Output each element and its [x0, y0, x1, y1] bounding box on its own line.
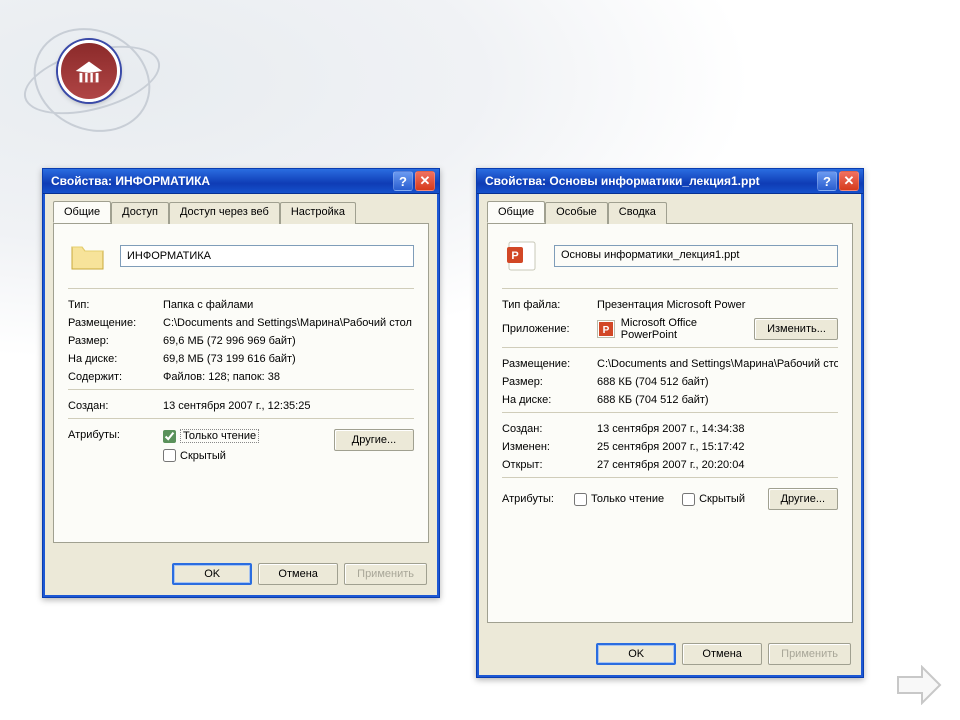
value-created: 13 сентября 2007 г., 14:34:38	[597, 423, 838, 435]
label-attributes: Атрибуты:	[68, 429, 163, 462]
dialog-buttons: OK Отмена Применить	[43, 553, 439, 597]
label-created: Создан:	[502, 423, 597, 435]
value-ondisk: 688 КБ (704 512 байт)	[597, 394, 838, 406]
value-application: Microsoft Office PowerPoint	[621, 317, 754, 341]
label-ondisk: На диске:	[68, 353, 163, 365]
window-title: Свойства: ИНФОРМАТИКА	[51, 174, 391, 188]
advanced-button[interactable]: Другие...	[768, 488, 838, 510]
label-application: Приложение:	[502, 323, 597, 335]
close-icon[interactable]: ✕	[839, 171, 859, 191]
cancel-button[interactable]: Отмена	[682, 643, 762, 665]
titlebar[interactable]: Свойства: ИНФОРМАТИКА ? ✕	[43, 169, 439, 194]
powerpoint-file-icon: P	[502, 236, 542, 276]
label-type: Тип:	[68, 299, 163, 311]
ok-button[interactable]: OK	[596, 643, 676, 665]
advanced-button[interactable]: Другие...	[334, 429, 414, 451]
tab-summary[interactable]: Сводка	[608, 202, 667, 224]
close-icon[interactable]: ✕	[415, 171, 435, 191]
titlebar[interactable]: Свойства: Основы информатики_лекция1.ppt…	[477, 169, 863, 194]
tab-sharing[interactable]: Доступ	[111, 202, 169, 224]
tab-websharing[interactable]: Доступ через веб	[169, 202, 280, 224]
university-logo-icon	[58, 40, 120, 102]
svg-text:P: P	[511, 250, 518, 262]
label-attributes: Атрибуты:	[502, 493, 574, 505]
folder-name-input[interactable]	[120, 245, 414, 267]
next-arrow-icon[interactable]	[896, 665, 942, 708]
value-location: C:\Documents and Settings\Марина\Рабочий…	[597, 358, 838, 370]
tab-panel-general: P Основы информатики_лекция1.ppt Тип фай…	[487, 223, 853, 623]
tab-strip: Общие Особые Сводка	[487, 202, 853, 224]
label-modified: Изменен:	[502, 441, 597, 453]
properties-dialog-file: Свойства: Основы информатики_лекция1.ppt…	[476, 168, 864, 678]
value-ondisk: 69,8 МБ (73 199 616 байт)	[163, 353, 414, 365]
value-created: 13 сентября 2007 г., 12:35:25	[163, 400, 414, 412]
svg-text:P: P	[603, 325, 610, 336]
tab-general[interactable]: Общие	[53, 201, 111, 223]
apply-button[interactable]: Применить	[768, 643, 851, 665]
tab-general[interactable]: Общие	[487, 201, 545, 223]
cancel-button[interactable]: Отмена	[258, 563, 338, 585]
checkbox-hidden[interactable]: Скрытый	[682, 493, 745, 506]
value-size: 69,6 МБ (72 996 969 байт)	[163, 335, 414, 347]
checkbox-readonly[interactable]: Только чтение	[574, 493, 664, 506]
window-title: Свойства: Основы информатики_лекция1.ppt	[485, 174, 815, 188]
value-contains: Файлов: 128; папок: 38	[163, 371, 414, 383]
folder-icon	[68, 236, 108, 276]
value-size: 688 КБ (704 512 байт)	[597, 376, 838, 388]
ok-button[interactable]: OK	[172, 563, 252, 585]
help-icon[interactable]: ?	[393, 171, 413, 191]
file-name-display: Основы информатики_лекция1.ppt	[554, 245, 838, 267]
dialog-buttons: OK Отмена Применить	[477, 633, 863, 677]
label-created: Создан:	[68, 400, 163, 412]
label-location: Размещение:	[502, 358, 597, 370]
tab-custom[interactable]: Особые	[545, 202, 608, 224]
checkbox-hidden[interactable]: Скрытый	[163, 449, 259, 462]
label-size: Размер:	[68, 335, 163, 347]
value-filetype: Презентация Microsoft Power	[597, 299, 838, 311]
label-filetype: Тип файла:	[502, 299, 597, 311]
properties-dialog-folder: Свойства: ИНФОРМАТИКА ? ✕ Общие Доступ Д…	[42, 168, 440, 598]
label-size: Размер:	[502, 376, 597, 388]
checkbox-readonly[interactable]: Только чтение	[163, 429, 259, 443]
tab-strip: Общие Доступ Доступ через веб Настройка	[53, 202, 429, 224]
label-ondisk: На диске:	[502, 394, 597, 406]
tab-customize[interactable]: Настройка	[280, 202, 356, 224]
label-opened: Открыт:	[502, 459, 597, 471]
label-location: Размещение:	[68, 317, 163, 329]
value-type: Папка с файлами	[163, 299, 414, 311]
tab-panel-general: Тип:Папка с файлами Размещение:C:\Docume…	[53, 223, 429, 543]
value-opened: 27 сентября 2007 г., 20:20:04	[597, 459, 838, 471]
value-location: C:\Documents and Settings\Марина\Рабочий…	[163, 317, 414, 329]
powerpoint-app-icon: P	[597, 320, 615, 338]
change-app-button[interactable]: Изменить...	[754, 318, 838, 340]
label-contains: Содержит:	[68, 371, 163, 383]
help-icon[interactable]: ?	[817, 171, 837, 191]
value-modified: 25 сентября 2007 г., 15:17:42	[597, 441, 838, 453]
apply-button[interactable]: Применить	[344, 563, 427, 585]
